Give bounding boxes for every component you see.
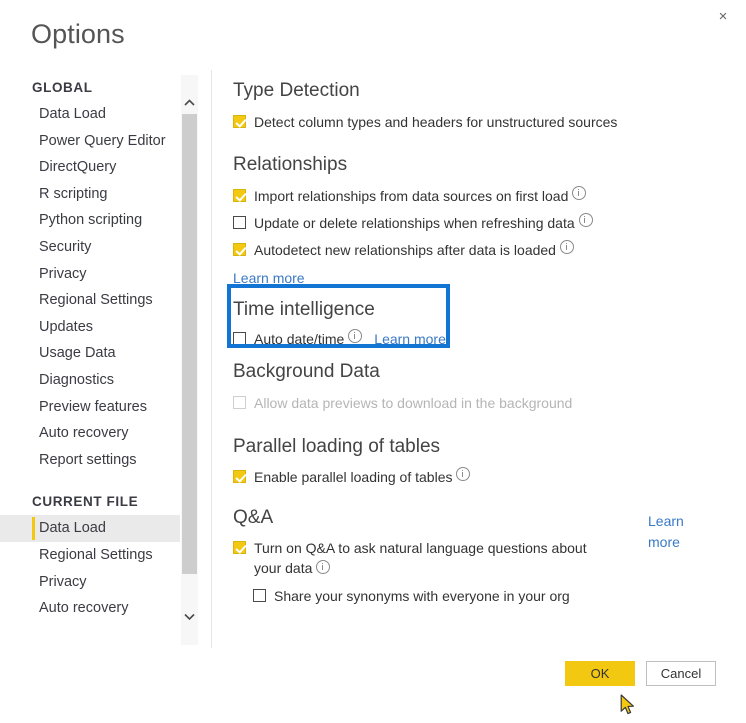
cancel-button[interactable]: Cancel (646, 661, 716, 686)
option-row-detect-column-types[interactable]: Detect column types and headers for unst… (233, 112, 713, 132)
dialog-footer: OK Cancel (0, 661, 746, 691)
option-label-allow-data-previews: Allow data previews to download in the b… (254, 395, 573, 411)
option-label-turn-on-qa: Turn on Q&A to ask natural language ques… (246, 538, 599, 578)
checkbox-update-delete-relationships[interactable] (233, 216, 246, 229)
sidebar-item-report-settings[interactable]: Report settings (0, 447, 180, 474)
option-label-import-relationships: Import relationships from data sources o… (254, 188, 569, 204)
section-title-parallel-loading: Parallel loading of tables (233, 436, 441, 457)
option-row-share-synonyms[interactable]: Share your synonyms with everyone in you… (233, 586, 713, 606)
arrow-cursor-icon (620, 694, 638, 718)
sidebar-item-privacy[interactable]: Privacy (0, 261, 180, 288)
close-icon[interactable]: × (708, 2, 738, 30)
checkbox-allow-data-previews (233, 396, 246, 409)
section-title-relationships: Relationships (233, 154, 348, 175)
option-row-turn-on-qa[interactable]: Turn on Q&A to ask natural language ques… (233, 538, 713, 578)
sidebar-item-directquery[interactable]: DirectQuery (0, 154, 180, 181)
sidebar-scrollbar[interactable] (181, 75, 198, 645)
option-label-turn-on-qa-text: Turn on Q&A to ask natural language ques… (254, 540, 587, 576)
learn-more-link-qa[interactable]: Learn more (648, 511, 708, 553)
page-title: Options (31, 19, 125, 49)
sidebar-nav: GLOBAL Data Load Power Query Editor Dire… (0, 75, 180, 645)
sidebar-item-r-scripting[interactable]: R scripting (0, 181, 180, 208)
sidebar-group-spacer (0, 473, 180, 489)
info-icon-update-delete-relationships[interactable] (578, 213, 593, 227)
sidebar-item-diagnostics[interactable]: Diagnostics (0, 367, 180, 394)
section-title-type-detection: Type Detection (233, 80, 360, 101)
checkbox-autodetect-relationships[interactable] (233, 243, 246, 256)
sidebar-item-python-scripting[interactable]: Python scripting (0, 207, 180, 234)
info-icon-autodetect-relationships[interactable] (559, 240, 574, 254)
option-row-enable-parallel-loading[interactable]: Enable parallel loading of tables (233, 467, 713, 487)
content-divider (211, 70, 212, 648)
option-row-allow-data-previews: Allow data previews to download in the b… (233, 393, 713, 413)
checkbox-auto-date-time[interactable] (233, 332, 246, 345)
sidebar-item-data-load[interactable]: Data Load (0, 101, 180, 128)
info-icon-auto-date-time[interactable] (348, 329, 363, 343)
options-content-panel: Type Detection Detect column types and h… (233, 78, 713, 638)
info-icon-import-relationships[interactable] (572, 186, 587, 200)
learn-more-link-relationships[interactable]: Learn more (233, 270, 305, 286)
option-label-detect-column-types: Detect column types and headers for unst… (254, 114, 618, 130)
option-label-auto-date-time: Auto date/time (254, 331, 345, 347)
checkbox-share-synonyms[interactable] (253, 589, 266, 602)
section-title-background-data: Background Data (233, 361, 380, 382)
sidebar-item-current-data-load[interactable]: Data Load (0, 515, 180, 542)
sidebar-item-power-query-editor[interactable]: Power Query Editor (0, 128, 180, 155)
ok-button[interactable]: OK (565, 661, 635, 686)
sidebar-group-title-global: GLOBAL (32, 80, 93, 95)
option-row-auto-date-time[interactable]: Auto date/time Learn more (233, 329, 713, 349)
option-label-autodetect-relationships: Autodetect new relationships after data … (254, 242, 556, 258)
chevron-up-icon[interactable] (181, 94, 198, 111)
section-title-qa: Q&A (233, 507, 274, 528)
sidebar-scrollbar-thumb[interactable] (182, 114, 197, 574)
sidebar-item-auto-recovery[interactable]: Auto recovery (0, 420, 180, 447)
sidebar-item-current-privacy[interactable]: Privacy (0, 569, 180, 596)
learn-more-link-time-intelligence[interactable]: Learn more (374, 329, 446, 349)
option-label-enable-parallel-loading: Enable parallel loading of tables (254, 469, 453, 485)
sidebar-item-current-auto-recovery[interactable]: Auto recovery (0, 595, 180, 622)
option-row-import-relationships[interactable]: Import relationships from data sources o… (233, 186, 713, 206)
section-title-time-intelligence: Time intelligence (233, 299, 375, 320)
checkbox-enable-parallel-loading[interactable] (233, 470, 246, 483)
sidebar-item-regional-settings[interactable]: Regional Settings (0, 287, 180, 314)
sidebar-item-security[interactable]: Security (0, 234, 180, 261)
checkbox-import-relationships[interactable] (233, 189, 246, 202)
chevron-down-icon[interactable] (181, 608, 198, 625)
sidebar-item-updates[interactable]: Updates (0, 314, 180, 341)
option-label-share-synonyms: Share your synonyms with everyone in you… (274, 588, 570, 604)
option-row-autodetect-relationships[interactable]: Autodetect new relationships after data … (233, 240, 713, 260)
sidebar-group-title-current-file: CURRENT FILE (32, 494, 139, 510)
sidebar-item-preview-features[interactable]: Preview features (0, 394, 180, 421)
checkbox-turn-on-qa[interactable] (233, 541, 246, 554)
info-icon-turn-on-qa[interactable] (316, 560, 331, 574)
checkbox-detect-column-types[interactable] (233, 115, 246, 128)
sidebar-item-current-regional-settings[interactable]: Regional Settings (0, 542, 180, 569)
option-label-update-delete-relationships: Update or delete relationships when refr… (254, 215, 575, 231)
option-row-update-delete-relationships[interactable]: Update or delete relationships when refr… (233, 213, 713, 233)
info-icon-enable-parallel-loading[interactable] (456, 467, 471, 481)
sidebar-item-usage-data[interactable]: Usage Data (0, 340, 180, 367)
